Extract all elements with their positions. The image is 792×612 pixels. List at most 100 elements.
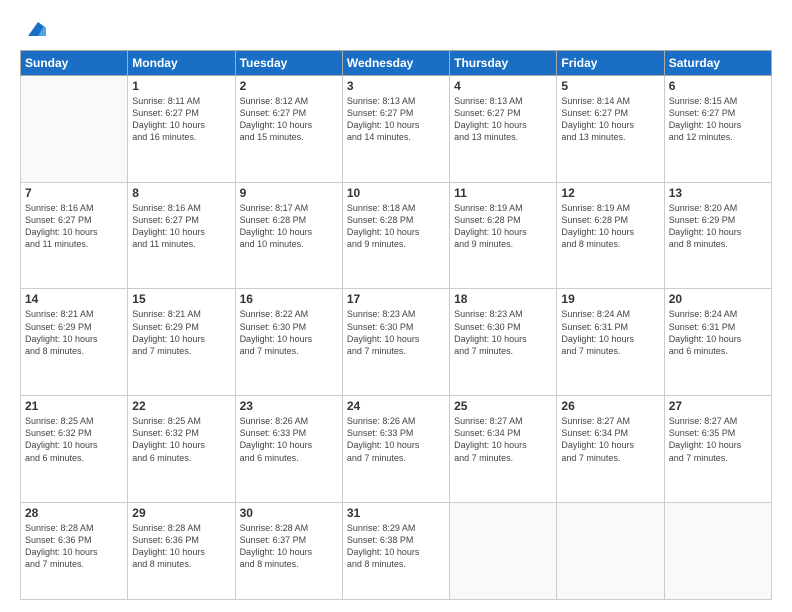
calendar-cell: 1Sunrise: 8:11 AMSunset: 6:27 PMDaylight…: [128, 76, 235, 183]
calendar-cell: 18 Sunrise: 8:23 AMSunset: 6:30 PMDayligh…: [450, 289, 557, 396]
calendar-cell: 10Sunrise: 8:18 AMSunset: 6:28 PMDayligh…: [342, 182, 449, 289]
day-number: 17: [347, 292, 445, 306]
day-info: Sunrise: 8:26 AMSunset: 6:33 PMDaylight:…: [347, 415, 445, 464]
calendar-week-row: 7 Sunrise: 8:16 AMSunset: 6:27 PMDaylight…: [21, 182, 772, 289]
calendar-cell: 28Sunrise: 8:28 AMSunset: 6:36 PMDayligh…: [21, 502, 128, 599]
day-number: 10: [347, 186, 445, 200]
calendar-table: SundayMondayTuesdayWednesdayThursdayFrid…: [20, 50, 772, 600]
calendar-cell: 31Sunrise: 8:29 AMSunset: 6:38 PMDayligh…: [342, 502, 449, 599]
calendar-cell: 23 Sunrise: 8:26 AMSunset: 6:33 PMDayligh…: [235, 396, 342, 503]
calendar-cell: [21, 76, 128, 183]
day-number: 8: [132, 186, 230, 200]
calendar-cell: 27 Sunrise: 8:27 AMSunset: 6:35 PMDayligh…: [664, 396, 771, 503]
day-number: 6: [669, 79, 767, 93]
day-info: Sunrise: 8:25 AMSunset: 6:32 PMDaylight:…: [25, 415, 123, 464]
col-header-friday: Friday: [557, 51, 664, 76]
day-number: 7: [25, 186, 123, 200]
calendar-cell: 5Sunrise: 8:14 AMSunset: 6:27 PMDaylight…: [557, 76, 664, 183]
day-info: Sunrise: 8:17 AMSunset: 6:28 PMDaylight:…: [240, 202, 338, 251]
calendar-cell: 2 Sunrise: 8:12 AMSunset: 6:27 PMDaylight…: [235, 76, 342, 183]
col-header-saturday: Saturday: [664, 51, 771, 76]
day-info: Sunrise: 8:11 AMSunset: 6:27 PMDaylight:…: [132, 95, 230, 144]
col-header-sunday: Sunday: [21, 51, 128, 76]
calendar-cell: 11 Sunrise: 8:19 AMSunset: 6:28 PMDayligh…: [450, 182, 557, 289]
day-info: Sunrise: 8:16 AMSunset: 6:27 PMDaylight:…: [132, 202, 230, 251]
calendar-cell: 16 Sunrise: 8:22 AMSunset: 6:30 PMDayligh…: [235, 289, 342, 396]
calendar-cell: 14 Sunrise: 8:21 AMSunset: 6:29 PMDayligh…: [21, 289, 128, 396]
header: [20, 18, 772, 40]
day-info: Sunrise: 8:12 AMSunset: 6:27 PMDaylight:…: [240, 95, 338, 144]
day-number: 4: [454, 79, 552, 93]
day-info: Sunrise: 8:28 AMSunset: 6:37 PMDaylight:…: [240, 522, 338, 571]
day-info: Sunrise: 8:19 AMSunset: 6:28 PMDaylight:…: [454, 202, 552, 251]
day-number: 27: [669, 399, 767, 413]
calendar-cell: 8 Sunrise: 8:16 AMSunset: 6:27 PMDaylight…: [128, 182, 235, 289]
day-number: 23: [240, 399, 338, 413]
calendar-cell: 7 Sunrise: 8:16 AMSunset: 6:27 PMDaylight…: [21, 182, 128, 289]
calendar-cell: 20 Sunrise: 8:24 AMSunset: 6:31 PMDayligh…: [664, 289, 771, 396]
day-info: Sunrise: 8:19 AMSunset: 6:28 PMDaylight:…: [561, 202, 659, 251]
day-number: 9: [240, 186, 338, 200]
day-info: Sunrise: 8:24 AMSunset: 6:31 PMDaylight:…: [561, 308, 659, 357]
day-number: 26: [561, 399, 659, 413]
calendar-cell: 17Sunrise: 8:23 AMSunset: 6:30 PMDayligh…: [342, 289, 449, 396]
day-number: 12: [561, 186, 659, 200]
day-info: Sunrise: 8:27 AMSunset: 6:34 PMDaylight:…: [454, 415, 552, 464]
col-header-wednesday: Wednesday: [342, 51, 449, 76]
calendar-cell: 26 Sunrise: 8:27 AMSunset: 6:34 PMDayligh…: [557, 396, 664, 503]
calendar-cell: 30 Sunrise: 8:28 AMSunset: 6:37 PMDayligh…: [235, 502, 342, 599]
day-info: Sunrise: 8:20 AMSunset: 6:29 PMDaylight:…: [669, 202, 767, 251]
day-number: 15: [132, 292, 230, 306]
day-number: 31: [347, 506, 445, 520]
day-info: Sunrise: 8:21 AMSunset: 6:29 PMDaylight:…: [25, 308, 123, 357]
day-number: 13: [669, 186, 767, 200]
logo: [20, 18, 46, 40]
day-number: 20: [669, 292, 767, 306]
calendar-cell: 13 Sunrise: 8:20 AMSunset: 6:29 PMDayligh…: [664, 182, 771, 289]
calendar-cell: 3 Sunrise: 8:13 AMSunset: 6:27 PMDaylight…: [342, 76, 449, 183]
day-info: Sunrise: 8:13 AMSunset: 6:27 PMDaylight:…: [347, 95, 445, 144]
calendar-cell: 29Sunrise: 8:28 AMSunset: 6:36 PMDayligh…: [128, 502, 235, 599]
day-number: 14: [25, 292, 123, 306]
calendar-cell: 9 Sunrise: 8:17 AMSunset: 6:28 PMDaylight…: [235, 182, 342, 289]
page: SundayMondayTuesdayWednesdayThursdayFrid…: [0, 0, 792, 612]
calendar-week-row: 21Sunrise: 8:25 AMSunset: 6:32 PMDayligh…: [21, 396, 772, 503]
col-header-thursday: Thursday: [450, 51, 557, 76]
calendar-cell: [664, 502, 771, 599]
day-info: Sunrise: 8:27 AMSunset: 6:35 PMDaylight:…: [669, 415, 767, 464]
calendar-cell: 21Sunrise: 8:25 AMSunset: 6:32 PMDayligh…: [21, 396, 128, 503]
day-number: 11: [454, 186, 552, 200]
day-number: 16: [240, 292, 338, 306]
calendar-cell: 6 Sunrise: 8:15 AMSunset: 6:27 PMDaylight…: [664, 76, 771, 183]
day-info: Sunrise: 8:21 AMSunset: 6:29 PMDaylight:…: [132, 308, 230, 357]
calendar-cell: [557, 502, 664, 599]
day-number: 30: [240, 506, 338, 520]
day-number: 25: [454, 399, 552, 413]
calendar-cell: [450, 502, 557, 599]
calendar-cell: 15 Sunrise: 8:21 AMSunset: 6:29 PMDayligh…: [128, 289, 235, 396]
day-number: 18: [454, 292, 552, 306]
calendar-cell: 4 Sunrise: 8:13 AMSunset: 6:27 PMDaylight…: [450, 76, 557, 183]
day-info: Sunrise: 8:22 AMSunset: 6:30 PMDaylight:…: [240, 308, 338, 357]
day-number: 29: [132, 506, 230, 520]
day-number: 2: [240, 79, 338, 93]
day-info: Sunrise: 8:23 AMSunset: 6:30 PMDaylight:…: [454, 308, 552, 357]
day-info: Sunrise: 8:16 AMSunset: 6:27 PMDaylight:…: [25, 202, 123, 251]
day-number: 19: [561, 292, 659, 306]
day-number: 3: [347, 79, 445, 93]
day-info: Sunrise: 8:26 AMSunset: 6:33 PMDaylight:…: [240, 415, 338, 464]
day-info: Sunrise: 8:27 AMSunset: 6:34 PMDaylight:…: [561, 415, 659, 464]
day-info: Sunrise: 8:24 AMSunset: 6:31 PMDaylight:…: [669, 308, 767, 357]
calendar-cell: 12 Sunrise: 8:19 AMSunset: 6:28 PMDayligh…: [557, 182, 664, 289]
day-number: 22: [132, 399, 230, 413]
logo-icon: [24, 18, 46, 40]
calendar-cell: 22 Sunrise: 8:25 AMSunset: 6:32 PMDayligh…: [128, 396, 235, 503]
day-number: 24: [347, 399, 445, 413]
day-info: Sunrise: 8:14 AMSunset: 6:27 PMDaylight:…: [561, 95, 659, 144]
day-info: Sunrise: 8:25 AMSunset: 6:32 PMDaylight:…: [132, 415, 230, 464]
day-info: Sunrise: 8:15 AMSunset: 6:27 PMDaylight:…: [669, 95, 767, 144]
calendar-week-row: 14 Sunrise: 8:21 AMSunset: 6:29 PMDayligh…: [21, 289, 772, 396]
day-info: Sunrise: 8:13 AMSunset: 6:27 PMDaylight:…: [454, 95, 552, 144]
col-header-tuesday: Tuesday: [235, 51, 342, 76]
col-header-monday: Monday: [128, 51, 235, 76]
